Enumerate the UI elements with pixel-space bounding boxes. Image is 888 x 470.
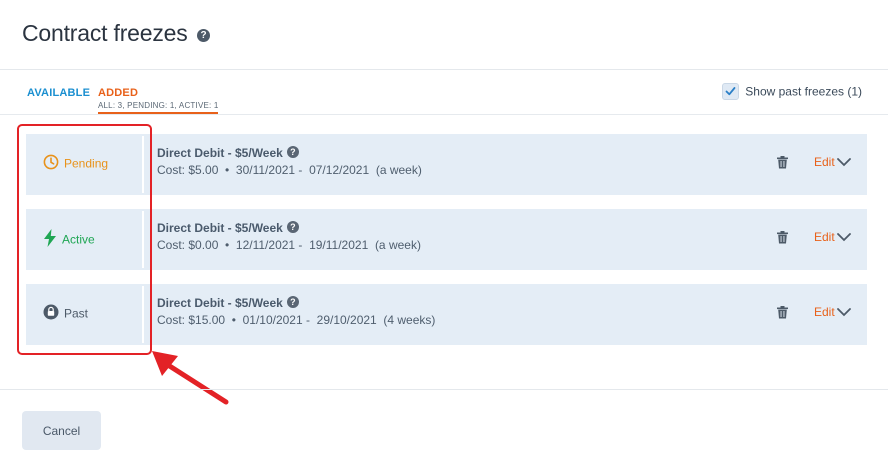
show-past-freezes-toggle[interactable]: Show past freezes (1)	[722, 83, 862, 101]
edit-button[interactable]: Edit	[814, 230, 835, 244]
page-header: Contract freezes ?	[0, 0, 888, 70]
freeze-row[interactable]: Past Direct Debit - $5/Week? Cost: $15.0…	[26, 284, 867, 345]
freeze-details: Cost: $5.00 • 30/11/2021 - 07/12/2021 (a…	[157, 163, 422, 177]
edit-button[interactable]: Edit	[814, 305, 835, 319]
annotation-arrow-icon	[152, 351, 229, 405]
freeze-dates: 01/10/2021 - 29/10/2021	[242, 313, 377, 327]
checkmark-icon	[725, 87, 736, 96]
freeze-details: Cost: $15.00 • 01/10/2021 - 29/10/2021 (…	[157, 313, 436, 327]
edit-button[interactable]: Edit	[814, 155, 835, 169]
freeze-title-text: Direct Debit - $5/Week	[157, 221, 283, 235]
show-past-freezes-checkbox[interactable]	[722, 83, 740, 100]
chevron-down-icon[interactable]	[837, 154, 851, 172]
trash-icon[interactable]	[777, 306, 788, 324]
trash-icon[interactable]	[777, 156, 788, 174]
freeze-duration: (a week)	[374, 238, 421, 252]
freeze-cost: Cost: $5.00	[157, 163, 219, 177]
tab-available[interactable]: AVAILABLE	[27, 87, 90, 99]
page-title-text: Contract freezes	[22, 20, 188, 46]
freeze-dates: 30/11/2021 - 07/12/2021	[235, 163, 370, 177]
freeze-title: Direct Debit - $5/Week?	[157, 145, 299, 160]
freeze-details: Cost: $0.00 • 12/11/2021 - 19/11/2021 (a…	[157, 238, 421, 252]
freeze-duration: (a week)	[375, 163, 422, 177]
chevron-down-icon[interactable]	[837, 304, 851, 322]
cancel-button[interactable]: Cancel	[22, 411, 101, 450]
freeze-tabs: AVAILABLE ADDED ALL: 3, PENDING: 1, ACTI…	[0, 70, 888, 115]
freeze-dates: 12/11/2021 - 19/11/2021	[235, 238, 369, 252]
help-icon[interactable]: ?	[197, 29, 210, 42]
freeze-row[interactable]: Active Direct Debit - $5/Week? Cost: $0.…	[26, 209, 867, 270]
freeze-title-text: Direct Debit - $5/Week	[157, 296, 283, 310]
trash-icon[interactable]	[777, 231, 788, 249]
tab-added-counts: ALL: 3, PENDING: 1, ACTIVE: 1	[98, 101, 219, 110]
show-past-freezes-label: Show past freezes (1)	[745, 84, 862, 99]
chevron-down-icon[interactable]	[837, 229, 851, 247]
freeze-title-text: Direct Debit - $5/Week	[157, 146, 283, 160]
freeze-title: Direct Debit - $5/Week?	[157, 220, 299, 235]
footer-divider	[0, 389, 888, 390]
freeze-title: Direct Debit - $5/Week?	[157, 295, 299, 310]
freeze-cost: Cost: $15.00	[157, 313, 226, 327]
help-icon[interactable]: ?	[286, 145, 299, 158]
help-icon[interactable]: ?	[286, 295, 299, 308]
annotation-highlight-box	[17, 124, 152, 355]
freeze-duration: (4 weeks)	[383, 313, 436, 327]
page-title: Contract freezes ?	[22, 20, 210, 47]
tab-added[interactable]: ADDED	[98, 87, 138, 99]
active-tab-indicator	[98, 112, 218, 114]
freeze-cost: Cost: $0.00	[157, 238, 219, 252]
freeze-row[interactable]: Pending Direct Debit - $5/Week? Cost: $5…	[26, 134, 867, 195]
help-icon[interactable]: ?	[286, 220, 299, 233]
